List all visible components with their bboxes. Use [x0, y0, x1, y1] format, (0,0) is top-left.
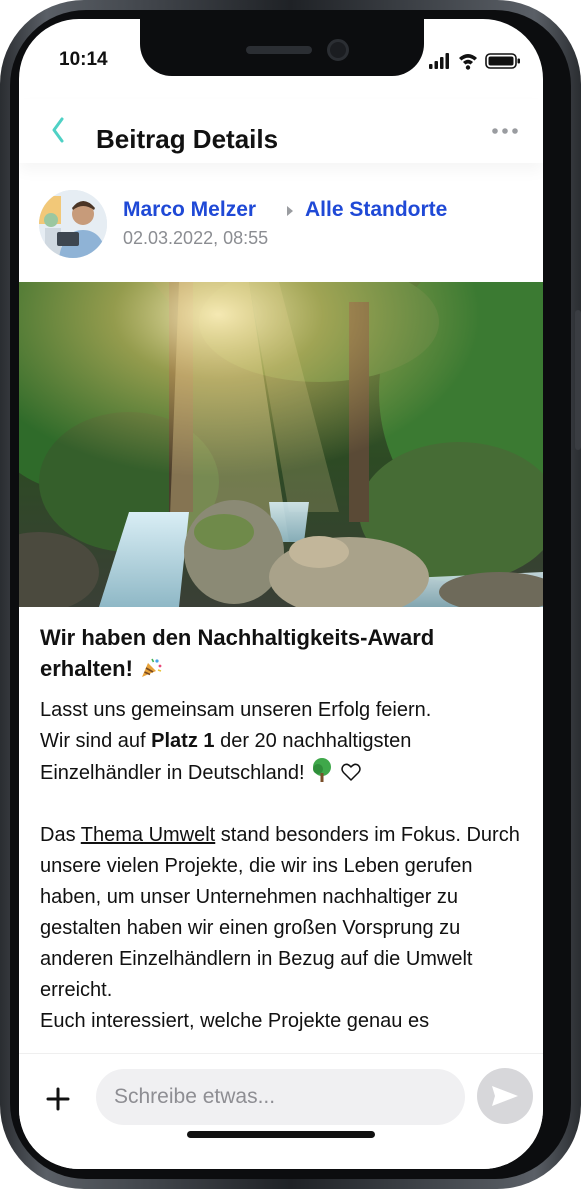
- bold-text: Platz 1: [151, 730, 215, 752]
- post-author-row: Marco Melzer Alle Standorte 02.03.2022, …: [19, 184, 543, 284]
- app-header: Beitrag Details: [19, 99, 543, 163]
- tree-icon: [313, 758, 332, 782]
- screen: 10:14 Beitrag Details Marco Melzer Alle …: [19, 19, 543, 1169]
- comment-composer: [19, 1053, 543, 1169]
- text-span: Wir sind auf: [40, 730, 152, 752]
- text-span: stand besonders im Fokus. Durch unsere v…: [40, 824, 520, 1001]
- speaker: [246, 46, 312, 54]
- party-popper-icon: [142, 658, 162, 677]
- send-button[interactable]: [477, 1068, 533, 1124]
- paragraph-line: Euch interessiert, welche Projekte genau…: [40, 1010, 430, 1032]
- page-title: Beitrag Details: [96, 124, 279, 154]
- phone-frame: 10:14 Beitrag Details Marco Melzer Alle …: [0, 0, 581, 1189]
- paragraph-line: Einzelhändler in Deutschland!: [40, 757, 520, 789]
- power-button: [575, 310, 581, 450]
- comment-input[interactable]: [96, 1069, 465, 1125]
- caret-right-icon: [287, 206, 293, 216]
- text-span: der 20 nachhaltigsten: [214, 730, 412, 752]
- more-horizontal-icon[interactable]: [485, 119, 525, 143]
- plus-icon[interactable]: [43, 1084, 73, 1114]
- topic-link[interactable]: Thema Umwelt: [81, 824, 215, 846]
- audience-link[interactable]: Alle Standorte: [305, 198, 447, 222]
- home-indicator[interactable]: [187, 1131, 375, 1138]
- post-timestamp: 02.03.2022, 08:55: [123, 228, 269, 248]
- post-paragraph-2: Das Thema Umwelt stand besonders im Foku…: [40, 820, 520, 1006]
- paragraph-line: Lasst uns gemeinsam unseren Erfolg feier…: [40, 699, 432, 721]
- text-span: Einzelhändler in Deutschland!: [40, 762, 305, 784]
- heart-outline-icon: [340, 763, 361, 781]
- post-title-text: Wir haben den Nachhaltigkeits-Award erha…: [40, 625, 435, 681]
- chevron-left-icon[interactable]: [45, 111, 73, 149]
- text-span: Das: [40, 824, 81, 846]
- send-icon: [492, 1086, 518, 1106]
- author-name[interactable]: Marco Melzer: [123, 198, 256, 222]
- avatar[interactable]: [39, 190, 107, 258]
- post-image[interactable]: [19, 282, 543, 607]
- notch: [140, 19, 424, 76]
- signal-icon: [429, 53, 520, 70]
- status-icons: [429, 51, 521, 71]
- camera: [327, 39, 349, 61]
- post-title: Wir haben den Nachhaltigkeits-Award erha…: [40, 622, 520, 684]
- status-time: 10:14: [59, 49, 108, 70]
- paragraph-line: Wir sind auf Platz 1 der 20 nachhaltigst…: [40, 726, 520, 757]
- post-paragraph-1: Lasst uns gemeinsam unseren Erfolg feier…: [40, 695, 520, 1037]
- post-body: Wir haben den Nachhaltigkeits-Award erha…: [40, 622, 520, 1037]
